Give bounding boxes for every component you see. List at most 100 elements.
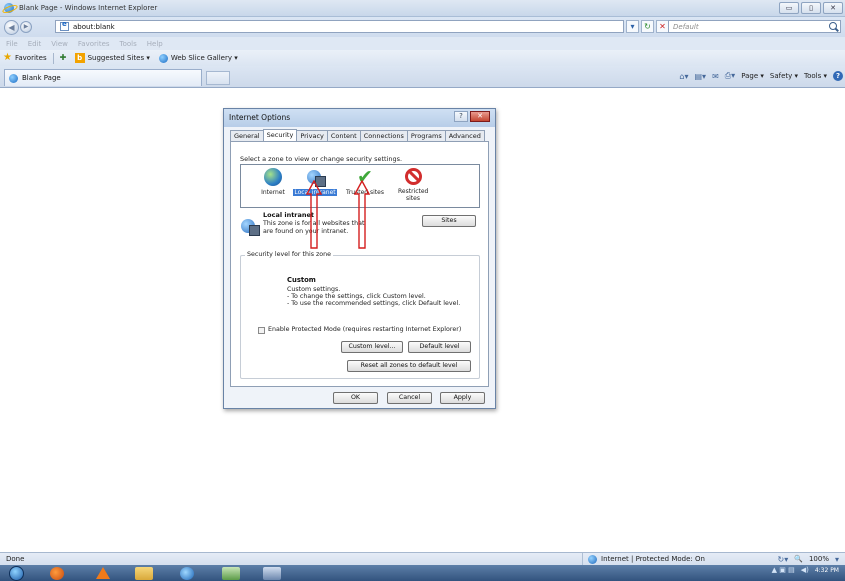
window-title: Blank Page - Windows Internet Explorer [19,4,158,12]
back-button[interactable]: ◀ [4,19,19,35]
volume-icon[interactable]: ◀) [801,566,809,574]
window-controls: ▭ ▯ ✕ [779,2,843,14]
status-text: Done [6,555,25,563]
favorites-star-icon[interactable]: ★ [3,53,12,63]
tab-connections[interactable]: Connections [359,130,408,141]
search-box[interactable]: Default [668,20,841,33]
popup-blocker-icon[interactable]: ↻▾ [778,555,789,564]
page-menu[interactable]: Page ▾ [741,72,764,80]
start-button[interactable] [9,566,24,581]
add-to-favorites-bar-icon[interactable]: ✚ [60,53,70,63]
suggested-sites-link[interactable]: Suggested Sites ▾ [88,54,150,62]
annotation-arrow-up-icon [354,180,370,249]
security-zone-text: Internet | Protected Mode: On [601,555,705,563]
close-window-button[interactable]: ✕ [823,2,843,14]
zoom-dropdown-icon[interactable]: ▾ [835,555,839,564]
tools-menu[interactable]: Tools ▾ [804,72,827,80]
protected-mode-checkbox[interactable] [258,327,265,334]
page-icon [60,20,69,31]
command-bar: ⌂▾ ▤▾ ✉ ⎙▾ Page ▾ Safety ▾ Tools ▾ ? [679,71,843,81]
globe-icon [588,554,597,564]
annotation-arrow-up-icon [306,180,322,249]
vlc-icon[interactable] [96,567,110,579]
cancel-button[interactable]: Cancel [387,392,432,404]
dialog-help-button[interactable]: ? [454,111,468,122]
level-line: Custom settings. [287,286,341,293]
tab-privacy[interactable]: Privacy [296,130,328,141]
security-level-group: Security level for this zone Custom Cust… [240,251,480,379]
group-label: Security level for this zone [245,251,334,258]
minimize-button[interactable]: ▭ [779,2,799,14]
tab-general[interactable]: General [230,130,264,141]
level-title: Custom [287,276,316,284]
home-icon[interactable]: ⌂▾ [679,72,688,81]
tab-programs[interactable]: Programs [406,130,446,141]
tab-advanced[interactable]: Advanced [444,130,485,141]
dialog-close-button[interactable]: ✕ [470,111,490,122]
paint-icon[interactable] [222,567,240,580]
print-icon[interactable]: ⎙▾ [725,71,735,81]
menu-file[interactable]: File [6,40,18,48]
internet-explorer-icon [4,3,14,13]
tab-security[interactable]: Security [262,129,298,141]
search-input[interactable]: Default [673,23,699,31]
tab-row: Blank Page ⌂▾ ▤▾ ✉ ⎙▾ Page ▾ Safety ▾ To… [0,66,845,88]
forward-button[interactable]: ▶ [20,21,32,33]
address-bar[interactable]: about:blank [55,20,624,33]
read-mail-icon[interactable]: ✉ [712,72,719,81]
new-tab-button[interactable] [206,71,230,85]
security-zone-indicator[interactable]: Internet | Protected Mode: On [582,553,705,565]
tab-content[interactable]: Content [326,130,361,141]
folder-icon[interactable] [135,567,153,580]
menu-tools[interactable]: Tools [120,40,137,48]
menu-favorites[interactable]: Favorites [78,40,110,48]
tab-blank-page[interactable]: Blank Page [4,69,202,86]
zone-restricted-sites[interactable]: Restricted sites [387,168,439,202]
search-icon[interactable] [829,22,837,30]
window-titlebar: Blank Page - Windows Internet Explorer ▭… [0,0,845,17]
menu-view[interactable]: View [51,40,68,48]
network-icon[interactable]: ▲ ▣ ▤ [772,566,795,574]
custom-level-button[interactable]: Custom level... [341,341,403,353]
ok-button[interactable]: OK [333,392,378,404]
menu-help[interactable]: Help [147,40,163,48]
default-level-button[interactable]: Default level [408,341,471,353]
internet-options-dialog: Internet Options ? ✕ General Security Pr… [223,108,496,409]
feeds-icon[interactable]: ▤▾ [694,72,706,81]
restricted-sites-icon [404,168,422,185]
web-slice-gallery-link[interactable]: Web Slice Gallery ▾ [171,54,238,62]
maximize-button[interactable]: ▯ [801,2,821,14]
internet-explorer-taskbar-icon[interactable] [180,567,194,580]
dialog-titlebar: Internet Options ? ✕ [224,109,495,127]
window-icon[interactable] [263,567,281,580]
favorites-button[interactable]: Favorites [15,54,47,62]
sites-button[interactable]: Sites [422,215,476,227]
internet-zone-icon [264,168,282,186]
menu-edit[interactable]: Edit [28,40,42,48]
select-zone-text: Select a zone to view or change security… [240,155,403,163]
local-intranet-icon [240,217,260,236]
address-tools: ▾ ↻ ✕ [626,20,669,33]
refresh-button[interactable]: ↻ [641,20,654,33]
firefox-icon[interactable] [50,567,64,580]
level-line: - To use the recommended settings, click… [287,300,461,307]
security-panel: Select a zone to view or change security… [230,141,489,387]
dialog-title: Internet Options [229,113,291,122]
taskbar: ▲ ▣ ▤ ◀) 4:32 PM [0,565,845,581]
divider [52,52,54,64]
suggested-sites-icon: b [74,53,85,63]
apply-button[interactable]: Apply [440,392,485,404]
dialog-tabs: General Security Privacy Content Connect… [230,129,485,141]
address-row: ◀ ▶ about:blank ▾ ↻ ✕ Default [0,17,845,37]
zone-label: Restricted sites [398,188,429,202]
zoom-level[interactable]: 100% [809,555,829,563]
address-dropdown-button[interactable]: ▾ [626,20,639,33]
safety-menu[interactable]: Safety ▾ [770,72,798,80]
system-tray: ▲ ▣ ▤ ◀) 4:32 PM [772,566,839,574]
favorites-bar: ★ Favorites ✚ b Suggested Sites ▾ Web Sl… [0,50,845,66]
address-input[interactable]: about:blank [73,23,115,31]
reset-all-zones-button[interactable]: Reset all zones to default level [347,360,471,372]
web-slice-icon [158,53,168,63]
help-icon[interactable]: ? [833,71,843,81]
clock[interactable]: 4:32 PM [815,567,839,574]
